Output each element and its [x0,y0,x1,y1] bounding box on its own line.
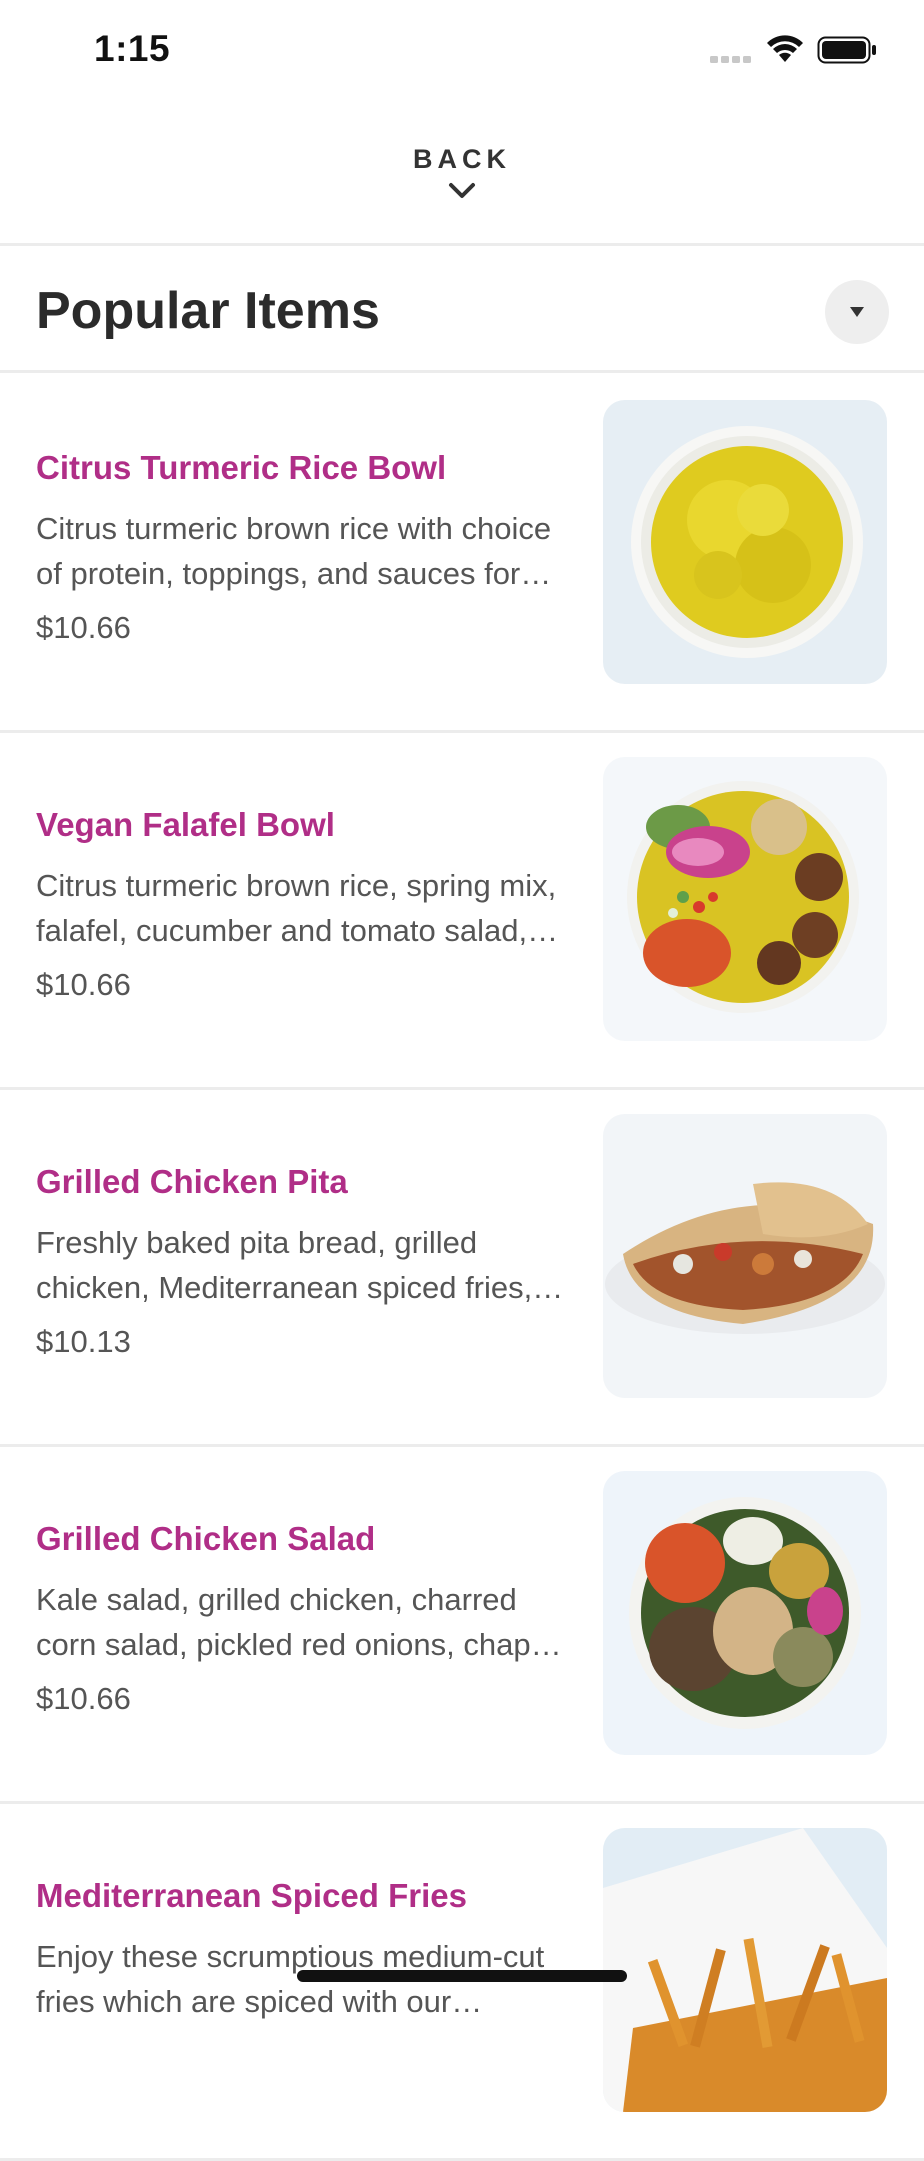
status-time: 1:15 [94,28,171,69]
section-header: Popular Items [0,247,924,373]
menu-item[interactable]: Citrus Turmeric Rice Bowl Citrus turmeri… [0,376,924,733]
cellular-signal-icon [710,56,751,63]
menu-item-text: Vegan Falafel Bowl Citrus turmeric brown… [36,805,566,1005]
menu-item[interactable]: Vegan Falafel Bowl Citrus turmeric brown… [0,733,924,1090]
menu-item-price: $10.13 [36,1324,131,1359]
battery-icon [817,36,876,64]
chicken-pita-photo [603,1114,887,1398]
menu-item-description: Kale salad, grilled chicken, charred cor… [36,1582,564,1662]
menu-item[interactable]: Mediterranean Spiced Fries Enjoy these s… [0,1804,924,2161]
spiced-fries-photo [603,1828,887,2112]
falafel-bowl-photo [603,757,887,1041]
menu-item-name: Grilled Chicken Pita [36,1163,348,1200]
menu-item-text: Mediterranean Spiced Fries Enjoy these s… [36,1876,566,2036]
menu-item-price: $10.66 [36,967,131,1002]
menu-item-list: Citrus Turmeric Rice Bowl Citrus turmeri… [0,376,924,2161]
back-button[interactable]: BACK [362,144,562,224]
menu-item-text: Grilled Chicken Pita Freshly baked pita … [36,1162,566,1362]
menu-item-description: Freshly baked pita bread, grilled chicke… [36,1225,533,1305]
menu-item-name: Grilled Chicken Salad [36,1520,376,1557]
menu-item-name: Vegan Falafel Bowl [36,806,335,843]
home-indicator[interactable] [297,1970,627,1982]
chevron-down-icon [449,183,475,198]
back-label: BACK [413,144,511,174]
menu-item-price: $10.66 [36,610,131,645]
menu-item-description: Citrus turmeric brown rice, spring mix, … [36,868,557,948]
menu-item-text: Citrus Turmeric Rice Bowl Citrus turmeri… [36,448,566,648]
menu-item-name: Citrus Turmeric Rice Bowl [36,449,447,486]
menu-item[interactable]: Grilled Chicken Salad Kale salad, grille… [0,1447,924,1804]
menu-item-name: Mediterranean Spiced Fries [36,1877,467,1914]
chicken-salad-photo [603,1471,887,1755]
status-bar: 1:15 [0,0,924,100]
page-title: Popular Items [36,282,380,340]
wifi-icon [767,35,803,62]
menu-item-text: Grilled Chicken Salad Kale salad, grille… [36,1519,566,1719]
menu-item-description: Citrus turmeric brown rice with choice o… [36,511,552,591]
header: BACK [0,100,924,246]
menu-item-price: $10.66 [36,1681,131,1716]
caret-down-icon [850,307,864,317]
rice-bowl-photo [603,400,887,684]
section-dropdown-button[interactable] [825,280,889,344]
menu-item[interactable]: Grilled Chicken Pita Freshly baked pita … [0,1090,924,1447]
